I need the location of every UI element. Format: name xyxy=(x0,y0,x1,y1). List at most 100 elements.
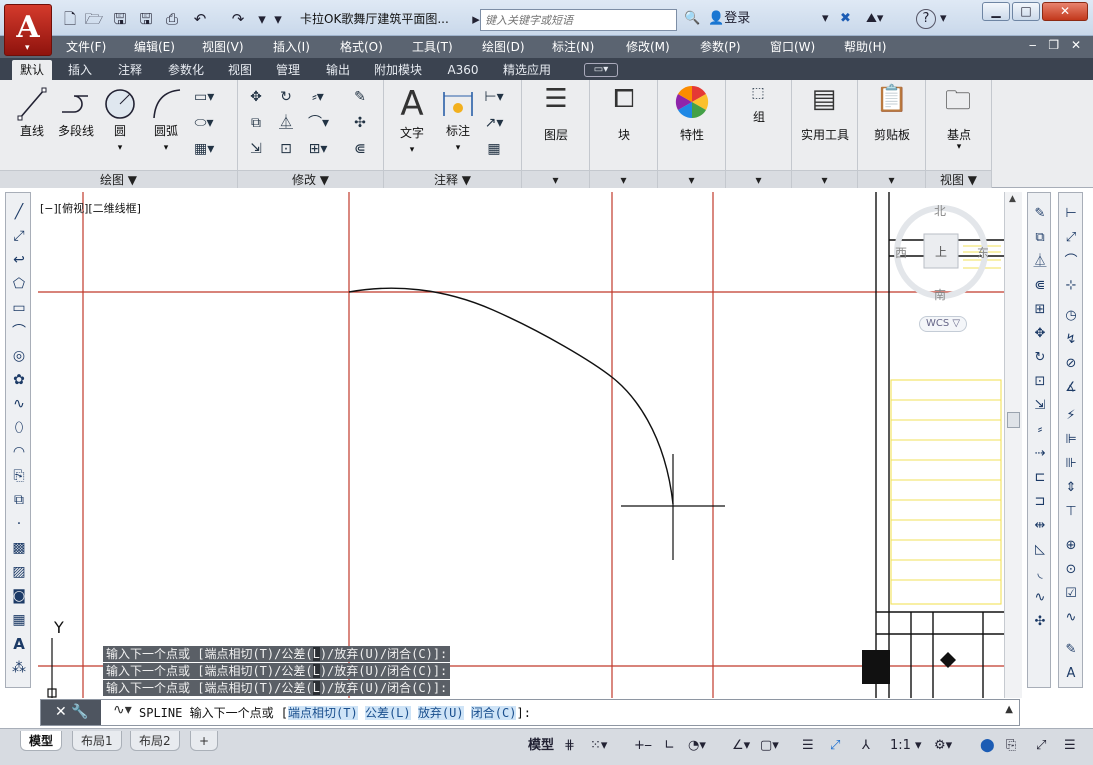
fillet-icon[interactable]: ⌒▾ xyxy=(308,114,329,132)
explode-icon[interactable]: ✣ xyxy=(350,114,370,132)
tab-annotate[interactable]: 注释 xyxy=(110,60,150,80)
osnap-icon[interactable]: ▢▾ xyxy=(760,737,779,755)
view-panel-title[interactable]: 视图 ▼ xyxy=(926,170,991,188)
autocad-app-menu-button[interactable]: A ▾ xyxy=(4,4,52,56)
scale-icon[interactable]: ⊡ xyxy=(1029,371,1051,393)
polyline-icon[interactable]: ↩ xyxy=(8,249,30,271)
document-window-controls[interactable]: ‒ ❐ ✕ xyxy=(1029,38,1085,52)
erase-icon[interactable]: ✎ xyxy=(1029,203,1051,225)
circle-tool[interactable]: 圆 ▾ xyxy=(100,86,140,153)
copy-icon[interactable]: ⧉ xyxy=(246,114,266,132)
rotate-icon[interactable]: ↻ xyxy=(1029,347,1051,369)
rectangle-icon[interactable]: ▭▾ xyxy=(194,88,214,106)
copy-icon[interactable]: ⧉ xyxy=(1029,227,1051,249)
isodraft-icon[interactable]: ∠▾ xyxy=(732,737,750,755)
base-point-icon[interactable]: 🗀 xyxy=(940,86,976,116)
tab-parametric[interactable]: 参数化 xyxy=(160,60,212,80)
properties-panel[interactable]: 特性 ▾ xyxy=(658,80,726,188)
block-panel-dropdown[interactable]: ▾ xyxy=(590,170,657,188)
jogged-dim-icon[interactable]: ↯ xyxy=(1060,329,1082,351)
tab-insert[interactable]: 插入 xyxy=(60,60,100,80)
customization-menu-icon[interactable]: ☰ xyxy=(1064,737,1076,755)
snap-icon[interactable]: ⁙▾ xyxy=(590,737,607,755)
maximize-button[interactable]: □ xyxy=(1012,2,1040,21)
wcs-menu[interactable]: WCS ▽ xyxy=(919,316,967,332)
draw-panel-title[interactable]: 绘图 ▼ xyxy=(0,170,237,188)
tab-addins[interactable]: 附加模块 xyxy=(366,60,430,80)
tab-view[interactable]: 视图 xyxy=(220,60,260,80)
break-icon[interactable]: ⊐ xyxy=(1029,491,1051,513)
annotation-panel-title[interactable]: 注释 ▼ xyxy=(384,170,521,188)
table-icon[interactable]: ▦ xyxy=(484,140,504,158)
clean-screen-icon[interactable]: ⤢ xyxy=(1036,737,1046,755)
dim-break-icon[interactable]: ⊤ xyxy=(1060,501,1082,523)
dynamic-input-icon[interactable]: +⎯ xyxy=(634,737,651,755)
polygon-icon[interactable]: ⬠ xyxy=(8,273,30,295)
isolate-objects-icon[interactable]: ⬤ xyxy=(980,737,995,755)
binoculars-icon[interactable]: 🔍 xyxy=(684,9,700,29)
polyline-tool[interactable]: 多段线 xyxy=(54,86,98,139)
menu-format[interactable]: 格式(O) xyxy=(340,38,383,56)
ellipse-arc-icon[interactable]: ◠ xyxy=(8,441,30,463)
jogged-linear-icon[interactable]: ∿ xyxy=(1060,607,1082,629)
undo-icon[interactable]: ↶ xyxy=(190,9,210,29)
circle-icon[interactable]: ◎ xyxy=(8,345,30,367)
redo-icon[interactable]: ↷ xyxy=(228,9,248,29)
offset-icon[interactable]: ⋐ xyxy=(1029,275,1051,297)
ellipse-icon[interactable]: ⬭▾ xyxy=(194,114,214,132)
search-input[interactable] xyxy=(480,9,677,31)
help-button[interactable]: ? xyxy=(916,9,936,29)
angular-dim-icon[interactable]: ∡ xyxy=(1060,377,1082,399)
hatch-icon[interactable]: ▩ xyxy=(8,537,30,559)
annotation-visibility-icon[interactable]: ⅄ xyxy=(862,737,870,755)
command-line-handle[interactable]: ✕ 🔧 xyxy=(41,700,101,725)
array-icon[interactable]: ⊞▾ xyxy=(308,140,328,158)
option-tolerance[interactable]: 公差(L) xyxy=(364,706,411,720)
rectangle-icon[interactable]: ▭ xyxy=(8,297,30,319)
linear-dim-icon[interactable]: ⊢▾ xyxy=(484,88,504,106)
baseline-dim-icon[interactable]: ⊫ xyxy=(1060,429,1082,451)
insert-block-icon[interactable]: ⎘ xyxy=(8,465,30,487)
break-point-icon[interactable]: ⊏ xyxy=(1029,467,1051,489)
menu-parametric[interactable]: 参数(P) xyxy=(700,38,741,56)
stretch-icon[interactable]: ⇲ xyxy=(246,140,266,158)
layers-panel[interactable]: ☰ 图层 ▾ xyxy=(522,80,590,188)
clipboard-panel-dropdown[interactable]: ▾ xyxy=(858,170,925,188)
hardware-accel-icon[interactable]: ⎘ xyxy=(1006,737,1016,755)
quick-dim-icon[interactable]: ⚡ xyxy=(1060,405,1082,427)
hatch-icon[interactable]: ▦▾ xyxy=(194,140,214,158)
chevron-down-icon[interactable]: ▾ xyxy=(926,142,992,152)
layers-panel-dropdown[interactable]: ▾ xyxy=(522,170,589,188)
viewcube-west[interactable]: 西 xyxy=(895,244,907,261)
aligned-dim-icon[interactable]: ⤢ xyxy=(1060,227,1082,249)
table-icon[interactable]: ▦ xyxy=(8,609,30,631)
gradient-icon[interactable]: ▨ xyxy=(8,561,30,583)
add-layout-button[interactable]: + xyxy=(190,731,219,751)
exchange-apps-icon[interactable]: ✖ xyxy=(840,9,851,29)
tab-output[interactable]: 输出 xyxy=(318,60,358,80)
spline-curve[interactable] xyxy=(348,287,674,505)
erase-icon[interactable]: ✎ xyxy=(350,88,370,106)
wrench-icon[interactable]: 🔧 xyxy=(71,704,88,720)
trim-icon[interactable]: ⸗ xyxy=(1029,419,1051,441)
ortho-icon[interactable]: ∟ xyxy=(664,737,675,755)
command-history-toggle-icon[interactable]: ▲ xyxy=(1005,704,1013,715)
option-undo[interactable]: 放弃(U) xyxy=(417,706,464,720)
center-mark-icon[interactable]: ⊙ xyxy=(1060,559,1082,581)
grid-icon[interactable]: ⋕ xyxy=(564,737,575,755)
explode-icon[interactable]: ✣ xyxy=(1029,611,1051,633)
text-tool[interactable]: A 文字 ▾ xyxy=(390,84,434,155)
leader-icon[interactable]: ↗▾ xyxy=(484,114,504,132)
diameter-dim-icon[interactable]: ⊘ xyxy=(1060,353,1082,375)
group-panel[interactable]: ⬚ 组 ▾ xyxy=(726,80,792,188)
lineweight-icon[interactable]: ☰ xyxy=(802,737,814,755)
viewcube-south[interactable]: 南 xyxy=(934,286,946,303)
ribbon-toggle-icon[interactable]: ▭▾ xyxy=(584,63,618,77)
blend-icon[interactable]: ∿ xyxy=(1029,587,1051,609)
revision-cloud-icon[interactable]: ✿ xyxy=(8,369,30,391)
arc-icon[interactable]: ⌒ xyxy=(8,321,30,343)
menu-tools[interactable]: 工具(T) xyxy=(412,38,453,56)
scroll-up-icon[interactable]: ▲ xyxy=(1009,194,1016,204)
login-dropdown-icon[interactable]: ▾ xyxy=(822,9,829,29)
make-block-icon[interactable]: ⧉ xyxy=(8,489,30,511)
